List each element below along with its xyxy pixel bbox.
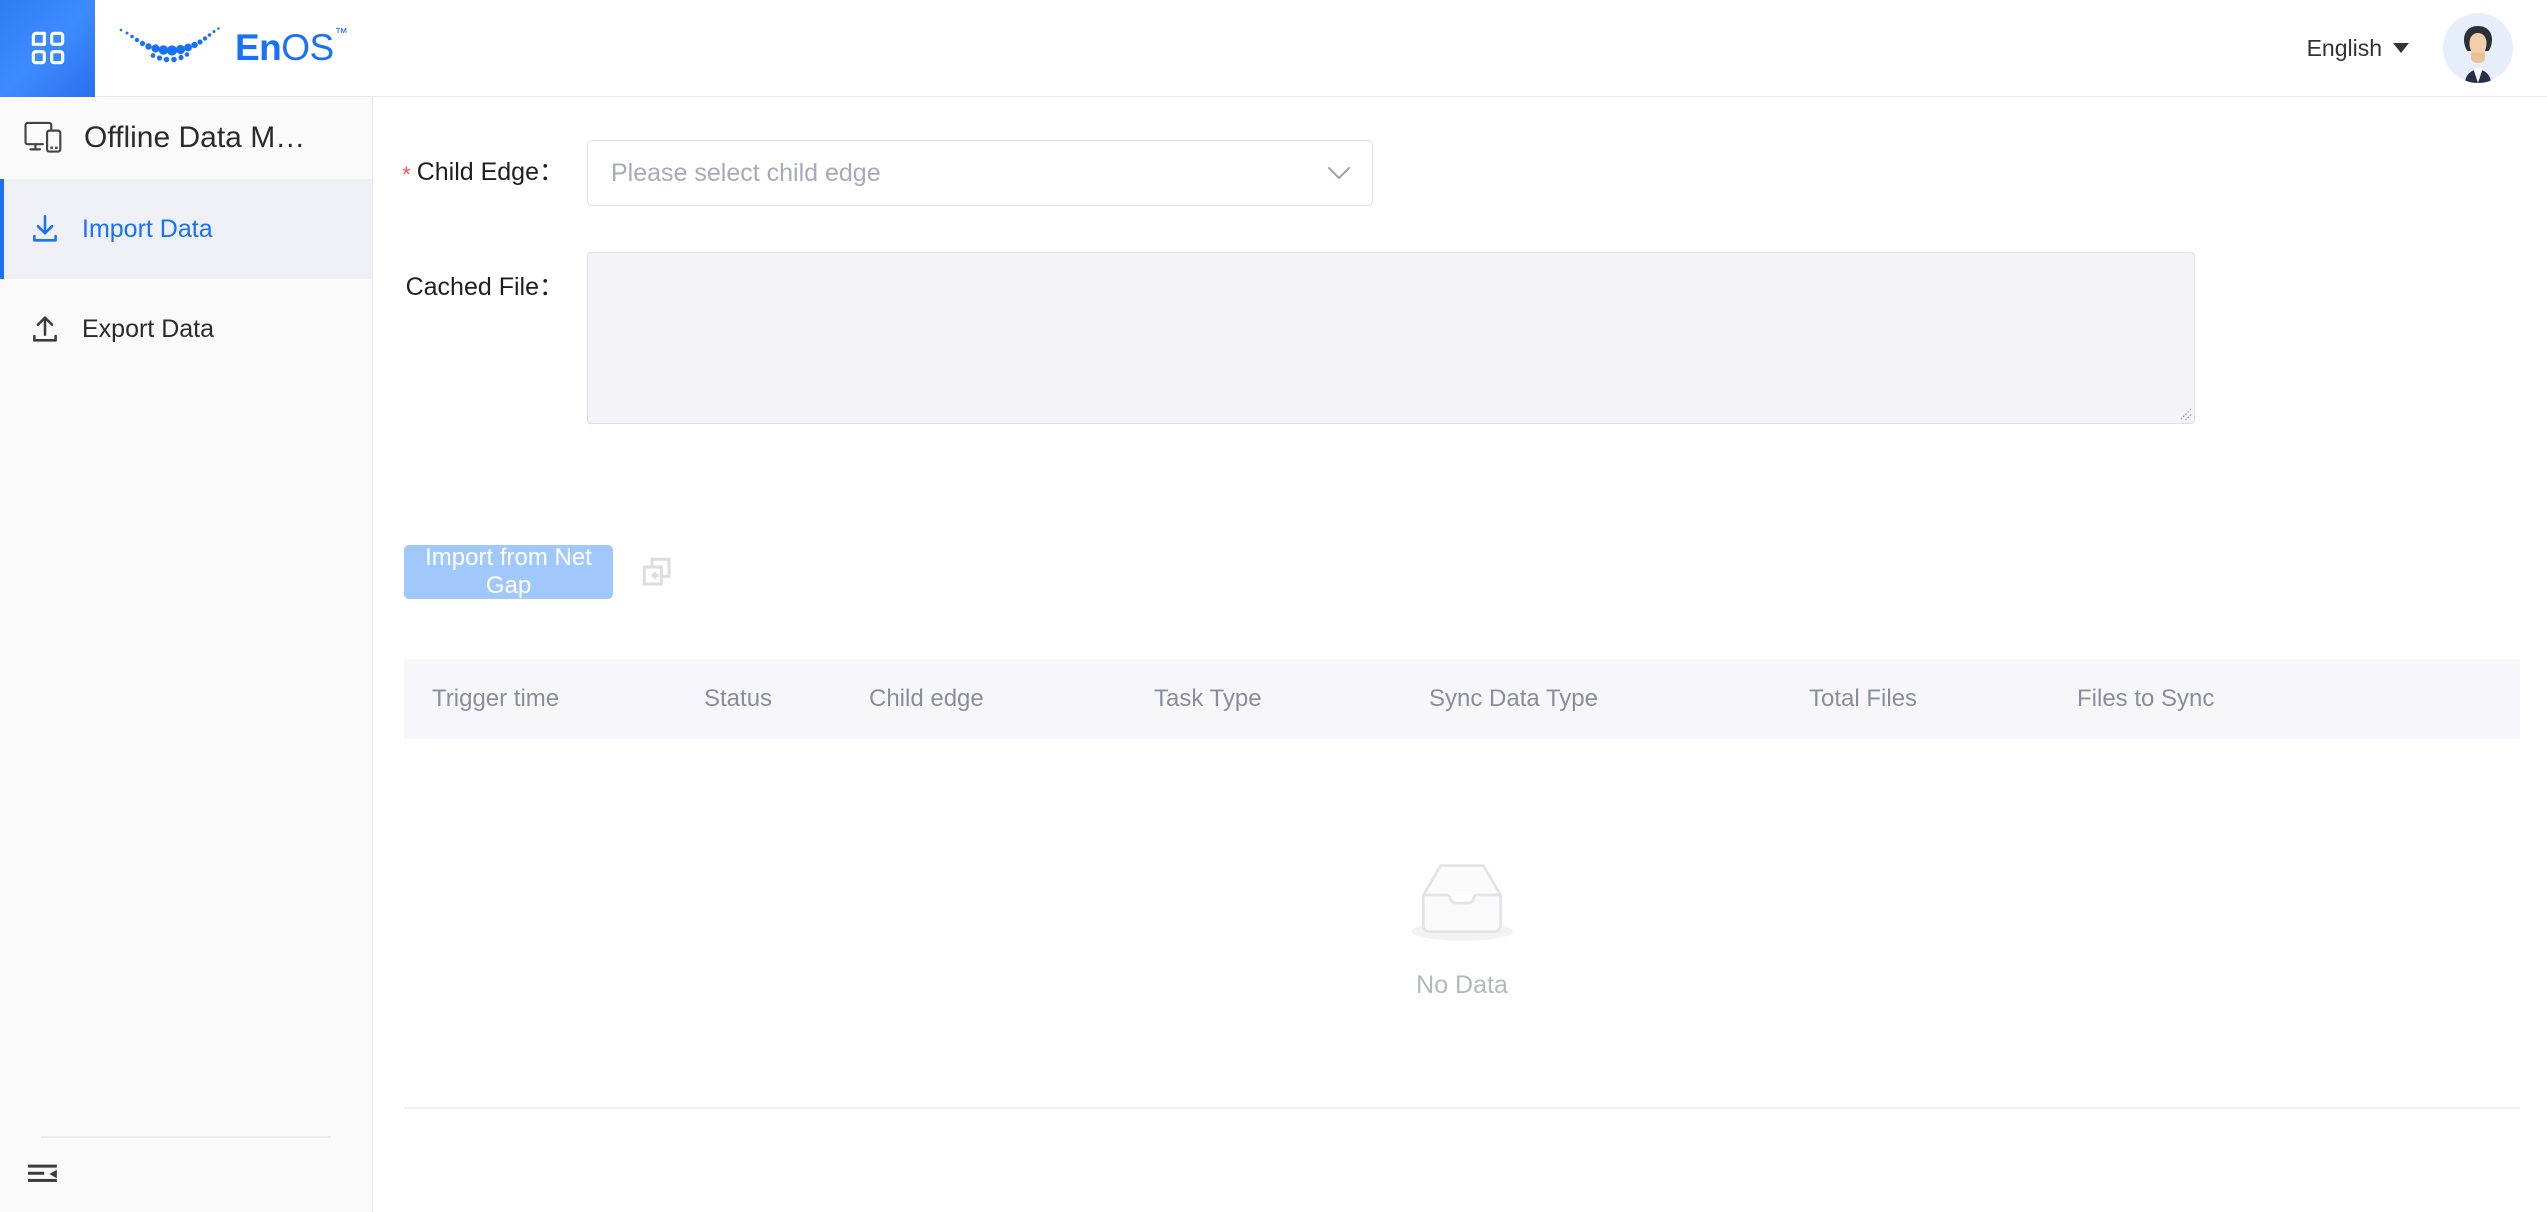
chevron-down-icon bbox=[1328, 167, 1350, 179]
language-label: English bbox=[2306, 34, 2382, 61]
apps-grid-icon bbox=[31, 31, 64, 65]
resize-handle-icon[interactable] bbox=[2174, 403, 2192, 421]
child-edge-placeholder: Please select child edge bbox=[611, 158, 881, 187]
chevron-down-icon bbox=[2393, 43, 2409, 53]
sidebar: Offline Data M… Import Data Export Data bbox=[0, 97, 373, 1212]
sidebar-item-label: Import Data bbox=[82, 214, 213, 243]
required-marker: * bbox=[402, 162, 411, 187]
apps-launcher-button[interactable] bbox=[0, 0, 95, 97]
app-header: EnOS™ English bbox=[0, 0, 2547, 97]
column-header-child-edge[interactable]: Child edge bbox=[869, 685, 1154, 713]
brand-wordmark: EnOS™ bbox=[235, 24, 348, 69]
brand-en: En bbox=[235, 27, 282, 68]
column-header-trigger-time[interactable]: Trigger time bbox=[404, 685, 704, 713]
language-selector[interactable]: English bbox=[2307, 35, 2409, 62]
column-header-task-type[interactable]: Task Type bbox=[1154, 685, 1429, 713]
enos-swoosh-icon bbox=[119, 27, 220, 63]
field-cached-file: Cached File： bbox=[374, 252, 2195, 424]
user-avatar-icon bbox=[2443, 13, 2513, 83]
empty-box-icon bbox=[1411, 864, 1513, 941]
sidebar-item-import-data[interactable]: Import Data bbox=[0, 179, 372, 279]
table-header-row: Trigger time Status Child edge Task Type… bbox=[404, 659, 2520, 739]
sidebar-item-export-data[interactable]: Export Data bbox=[0, 279, 372, 379]
collapse-sidebar-button[interactable] bbox=[0, 1138, 372, 1212]
sidebar-title-label: Offline Data M… bbox=[84, 121, 306, 154]
import-from-net-gap-button[interactable]: Import from Net Gap bbox=[404, 544, 613, 599]
table-empty-state: No Data bbox=[404, 739, 2520, 1109]
empty-state-text: No Data bbox=[1416, 971, 1508, 999]
cached-file-label: Cached File： bbox=[405, 273, 564, 301]
sidebar-item-label: Export Data bbox=[82, 314, 215, 343]
copy-button[interactable] bbox=[640, 555, 674, 589]
sidebar-title: Offline Data M… bbox=[0, 97, 372, 179]
upload-icon bbox=[33, 316, 57, 342]
column-header-total-files[interactable]: Total Files bbox=[1809, 685, 2077, 713]
child-edge-label: * Child Edge： bbox=[374, 140, 564, 187]
brand-tm: ™ bbox=[334, 24, 348, 40]
header-actions: English bbox=[2307, 13, 2547, 83]
column-header-status[interactable]: Status bbox=[704, 685, 869, 713]
brand-os: OS bbox=[281, 27, 334, 68]
cached-file-textarea[interactable] bbox=[587, 252, 2195, 424]
copy-icon bbox=[642, 557, 671, 586]
download-icon bbox=[33, 214, 57, 242]
avatar[interactable] bbox=[2443, 13, 2513, 83]
main-content: * Child Edge： Please select child edge Ca… bbox=[374, 97, 2547, 1212]
devices-icon bbox=[24, 121, 62, 153]
action-row: Import from Net Gap bbox=[404, 544, 674, 599]
collapse-sidebar-icon bbox=[28, 1164, 57, 1182]
column-header-sync-data-type[interactable]: Sync Data Type bbox=[1429, 685, 1809, 713]
tasks-table: Trigger time Status Child edge Task Type… bbox=[404, 659, 2520, 1109]
field-child-edge: * Child Edge： Please select child edge bbox=[374, 140, 1373, 206]
child-edge-select[interactable]: Please select child edge bbox=[587, 140, 1373, 206]
brand-logo[interactable]: EnOS™ bbox=[117, 24, 348, 71]
sidebar-footer bbox=[0, 1136, 372, 1212]
column-header-files-to-sync[interactable]: Files to Sync bbox=[2077, 685, 2214, 713]
child-edge-label-text: Child Edge： bbox=[416, 158, 564, 186]
